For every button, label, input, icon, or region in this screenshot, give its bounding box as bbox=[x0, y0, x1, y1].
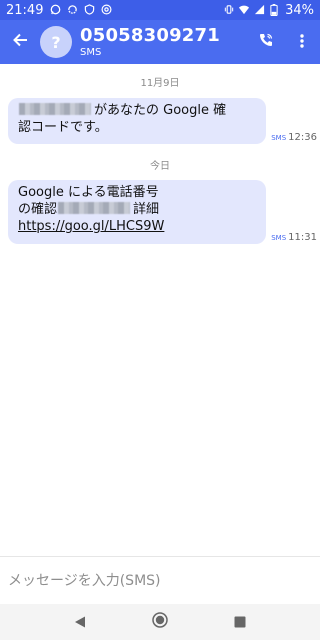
call-button[interactable] bbox=[248, 20, 284, 64]
shield-icon bbox=[83, 4, 95, 16]
conversation-thread[interactable]: 11月9日 があなたの Google 確 認コードです。 SMS 12:36 今… bbox=[0, 64, 320, 556]
page-subtitle: SMS bbox=[80, 46, 102, 58]
page-title: 05058309271 bbox=[80, 24, 220, 46]
message-line: の確認 詳細 bbox=[18, 201, 256, 218]
phone-call-icon bbox=[258, 32, 274, 52]
signal-icon bbox=[253, 4, 265, 16]
battery-percentage: 34% bbox=[285, 2, 314, 18]
message-meta: SMS 12:36 bbox=[271, 132, 317, 143]
message-time: 12:36 bbox=[288, 132, 317, 143]
vibrate-icon bbox=[223, 4, 235, 16]
nav-home-icon bbox=[152, 612, 168, 632]
message-meta: SMS 11:31 bbox=[271, 232, 317, 243]
nav-recents-button[interactable] bbox=[220, 604, 260, 640]
message-bubble[interactable]: があなたの Google 確 認コードです。 bbox=[8, 98, 266, 144]
conversation-header: 05058309271 SMS bbox=[80, 24, 220, 58]
at-icon bbox=[100, 4, 112, 16]
app-bar: ? 05058309271 SMS bbox=[0, 20, 320, 64]
message-text: の確認 bbox=[18, 202, 58, 217]
sms-tag: SMS bbox=[271, 134, 287, 142]
overflow-menu-button[interactable] bbox=[284, 20, 320, 64]
nav-recents-icon bbox=[234, 613, 246, 632]
message-line: があなたの Google 確 bbox=[18, 102, 256, 119]
message-bubble[interactable]: Google による電話番号 の確認 詳細 https://goo.gl/LHCS… bbox=[8, 180, 266, 244]
sync-icon bbox=[66, 4, 78, 16]
nav-back-button[interactable] bbox=[60, 604, 100, 640]
avatar[interactable]: ? bbox=[40, 26, 72, 58]
arrow-back-icon bbox=[12, 32, 28, 52]
battery-icon bbox=[268, 4, 280, 17]
status-time: 21:49 bbox=[6, 2, 44, 18]
redacted-text bbox=[58, 202, 131, 214]
compose-bar bbox=[0, 556, 320, 604]
message-time: 11:31 bbox=[288, 232, 317, 243]
redacted-text bbox=[19, 103, 91, 115]
message-input[interactable] bbox=[0, 557, 320, 604]
nav-back-icon bbox=[74, 613, 86, 632]
more-vertical-icon bbox=[300, 33, 304, 52]
date-divider: 11月9日 bbox=[140, 78, 180, 89]
status-bar: 21:49 34% bbox=[0, 0, 320, 20]
message-line: 認コードです。 bbox=[18, 120, 108, 135]
message-line: Google による電話番号 bbox=[18, 185, 159, 200]
message-text: があなたの Google 確 bbox=[94, 103, 227, 118]
message-text: 詳細 bbox=[133, 202, 160, 217]
nav-home-button[interactable] bbox=[140, 604, 180, 640]
avatar-placeholder: ? bbox=[51, 32, 61, 52]
whatsapp-icon bbox=[49, 4, 61, 16]
wifi-icon bbox=[238, 4, 250, 16]
system-navigation-bar bbox=[0, 604, 320, 640]
back-button[interactable] bbox=[0, 20, 40, 64]
date-divider: 今日 bbox=[150, 161, 170, 172]
sms-tag: SMS bbox=[271, 234, 287, 242]
message-link[interactable]: https://goo.gl/LHCS9W bbox=[18, 219, 164, 234]
